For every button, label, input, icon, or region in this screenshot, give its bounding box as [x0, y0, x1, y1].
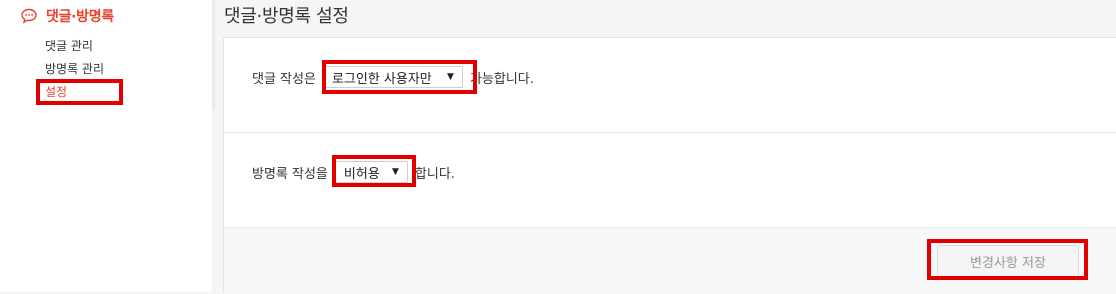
sidebar: 댓글·방명록 댓글 관리 방명록 관리 설정	[0, 0, 212, 292]
speech-bubble-icon	[20, 7, 38, 25]
page-title: 댓글·방명록 설정	[224, 6, 349, 27]
comment-setting-prefix: 댓글 작성은	[252, 71, 316, 87]
highlight-box-guestbook-select	[332, 155, 416, 187]
highlight-box-settings	[36, 79, 123, 105]
guestbook-setting-suffix: 합니다.	[414, 166, 455, 182]
sidebar-item-guestbook-manage[interactable]: 방명록 관리	[45, 60, 104, 77]
row-divider	[224, 132, 1116, 133]
sidebar-divider	[212, 0, 215, 110]
comment-setting-suffix: 가능합니다.	[469, 71, 534, 87]
highlight-box-save-button	[927, 239, 1088, 280]
sidebar-section-title: 댓글·방명록	[46, 9, 114, 25]
sidebar-section-header[interactable]: 댓글·방명록	[20, 6, 114, 26]
sidebar-item-comment-manage[interactable]: 댓글 관리	[45, 37, 93, 54]
highlight-box-comment-select	[322, 60, 477, 94]
guestbook-setting-prefix: 방명록 작성을	[252, 166, 328, 182]
